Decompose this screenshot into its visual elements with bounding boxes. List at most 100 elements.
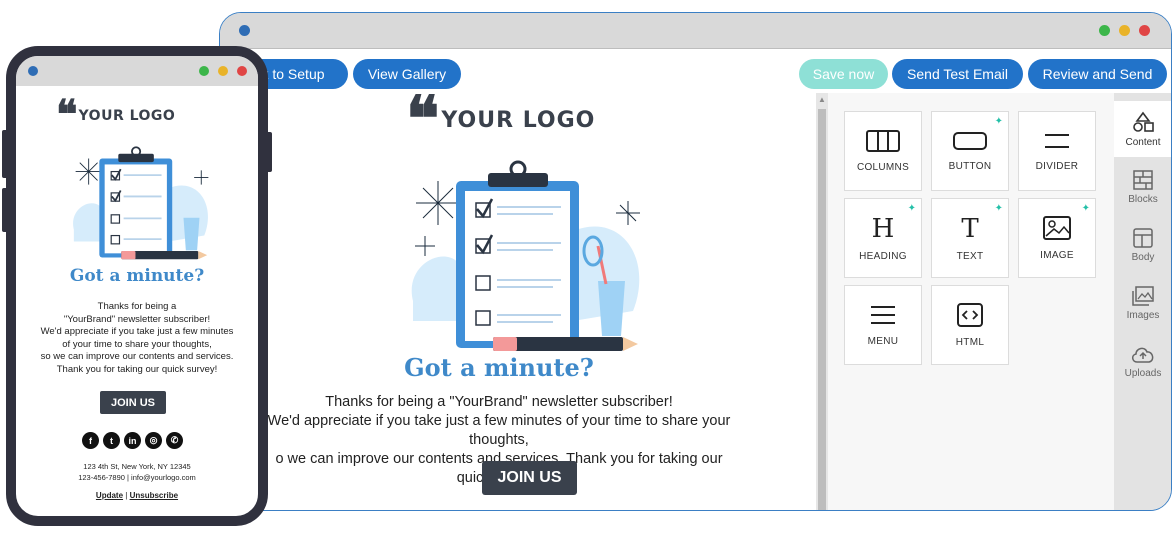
cloud-upload-icon — [1132, 347, 1154, 363]
nav-blocks[interactable]: Blocks — [1114, 159, 1171, 215]
nav-label: Blocks — [1128, 193, 1158, 205]
image-icon — [1043, 215, 1071, 240]
menu-icon — [871, 305, 895, 324]
email-headline: Got a minute? — [69, 266, 205, 286]
canvas-scrollbar-thumb[interactable] — [818, 109, 826, 510]
review-and-send-button[interactable]: Review and Send — [1028, 59, 1167, 89]
sparkle-burst-left — [416, 181, 460, 225]
window-dot-blue — [28, 66, 38, 76]
svg-text:T: T — [961, 215, 979, 241]
join-us-button[interactable]: JOIN US — [100, 391, 166, 414]
nav-content[interactable]: Content — [1114, 101, 1171, 157]
divider-icon — [1045, 133, 1069, 148]
sparkle-icon: ✦ — [907, 203, 916, 214]
logo-quote-mark: ❝ — [406, 82, 439, 155]
tool-divider[interactable]: DIVIDER — [1018, 111, 1096, 191]
svg-text:H: H — [872, 215, 895, 241]
tool-label: MENU — [867, 335, 899, 347]
save-now-button[interactable]: Save now — [799, 59, 888, 89]
email-body-line: "YourBrand" newsletter subscriber! — [63, 313, 211, 325]
tool-image[interactable]: ✦ IMAGE — [1018, 198, 1096, 278]
tool-heading[interactable]: ✦ H HEADING — [844, 198, 922, 278]
sparkle-burst-right — [616, 201, 640, 225]
blocks-icon — [1133, 169, 1153, 190]
facebook-icon[interactable]: f — [82, 432, 99, 449]
email-body-line: Thanks for being a — [97, 301, 177, 312]
window-close-button[interactable] — [237, 66, 247, 76]
phone-titlebar — [16, 56, 258, 86]
email-body-line: of your time to share your thoughts, — [62, 338, 212, 350]
mobile-preview: ❝ YOUR LOGO Got a minute? Thanks for bei… — [6, 46, 268, 526]
email-body-line: Thanks for being a "YourBrand" newslette… — [325, 394, 673, 410]
email-body-line: We'd appreciate if you take just a few m… — [267, 413, 731, 448]
sparkle-icon: ✦ — [1081, 203, 1090, 214]
nav-body[interactable]: Body — [1114, 217, 1171, 273]
nav-label: Images — [1126, 309, 1160, 321]
tool-text[interactable]: ✦ T TEXT — [931, 198, 1009, 278]
contact-line: 123-456-7890 | info@yourlogo.com — [78, 472, 196, 482]
tool-button[interactable]: ✦ BUTTON — [931, 111, 1009, 191]
window-titlebar — [220, 13, 1171, 49]
nav-label: Body — [1131, 251, 1155, 263]
button-icon — [953, 131, 987, 150]
email-body-line: Thank you for taking our quick survey! — [56, 363, 218, 375]
tool-columns[interactable]: COLUMNS — [844, 111, 922, 191]
email-body-line: so we can improve our contents and servi… — [40, 351, 234, 362]
scroll-up-arrow-icon[interactable]: ▲ — [817, 95, 827, 105]
nav-label: Content — [1125, 136, 1161, 148]
tool-label: DIVIDER — [1035, 160, 1079, 172]
send-test-email-button[interactable]: Send Test Email — [892, 59, 1023, 89]
email-headline: Got a minute? — [404, 353, 594, 382]
footer-links: Update | Unsubscribe — [16, 491, 258, 500]
social-links: f t in ◎ ✆ — [82, 432, 183, 449]
window-maximize-button[interactable] — [199, 66, 209, 76]
window-close-button[interactable] — [1139, 25, 1150, 36]
window-minimize-button[interactable] — [218, 66, 228, 76]
sparkle-burst-small — [415, 236, 435, 256]
nav-uploads[interactable]: Uploads — [1114, 333, 1171, 389]
tool-label: HEADING — [859, 250, 907, 262]
email-body-text: Thanks for being a "YourBrand" newslette… — [16, 301, 258, 376]
nav-label: Uploads — [1124, 367, 1162, 379]
text-icon: T — [961, 215, 979, 241]
survey-clipboard-illustration — [411, 160, 640, 351]
whatsapp-icon[interactable]: ✆ — [166, 432, 183, 449]
sparkle-icon: ✦ — [994, 203, 1003, 214]
heading-icon: H — [872, 215, 895, 241]
window-maximize-button[interactable] — [1099, 25, 1110, 36]
survey-clipboard-illustration — [73, 146, 209, 260]
shapes-icon — [1133, 111, 1154, 132]
unsubscribe-link[interactable]: Unsubscribe — [130, 491, 178, 500]
tool-label: HTML — [955, 336, 985, 348]
address-line: 123 4th St, New York, NY 12345 — [83, 462, 191, 471]
logo-quote-mark: ❝ — [56, 91, 77, 138]
content-tools-panel: COLUMNS ✦ BUTTON DIVIDER ✦ H HEADING ✦ T… — [828, 93, 1114, 510]
html-icon — [957, 302, 983, 327]
update-link[interactable]: Update — [96, 491, 123, 500]
window-dot-blue — [239, 25, 250, 36]
email-body-line: We'd appreciate if you take just a few m… — [40, 326, 234, 337]
logo-text: YOUR LOGO — [441, 107, 596, 133]
linkedin-icon[interactable]: in — [124, 432, 141, 449]
side-navigation: Content Blocks Body Images Uploads — [1114, 93, 1171, 510]
instagram-icon[interactable]: ◎ — [145, 432, 162, 449]
footer-address: 123 4th St, New York, NY 12345 123-456-7… — [16, 462, 258, 483]
twitter-icon[interactable]: t — [103, 432, 120, 449]
tool-html[interactable]: HTML — [931, 285, 1009, 365]
tool-label: BUTTON — [948, 160, 992, 172]
editor-window: k to Setup View Gallery Save now Send Te… — [219, 12, 1172, 511]
tool-label: IMAGE — [1040, 249, 1074, 261]
window-minimize-button[interactable] — [1119, 25, 1130, 36]
logo-text: YOUR LOGO — [78, 108, 176, 124]
tool-label: COLUMNS — [856, 161, 910, 173]
images-icon — [1132, 285, 1154, 306]
layout-icon — [1133, 227, 1153, 248]
nav-images[interactable]: Images — [1114, 275, 1171, 331]
sparkle-icon: ✦ — [994, 116, 1003, 127]
tool-label: TEXT — [956, 250, 984, 262]
join-us-button[interactable]: JOIN US — [482, 461, 577, 495]
email-canvas[interactable]: ❝ YOUR LOGO Got a minute? Thanks for bei… — [260, 82, 816, 510]
email-logo-mobile: ❝ YOUR LOGO — [56, 91, 176, 138]
tool-menu[interactable]: MENU — [844, 285, 922, 365]
link-separator: | — [125, 491, 128, 500]
